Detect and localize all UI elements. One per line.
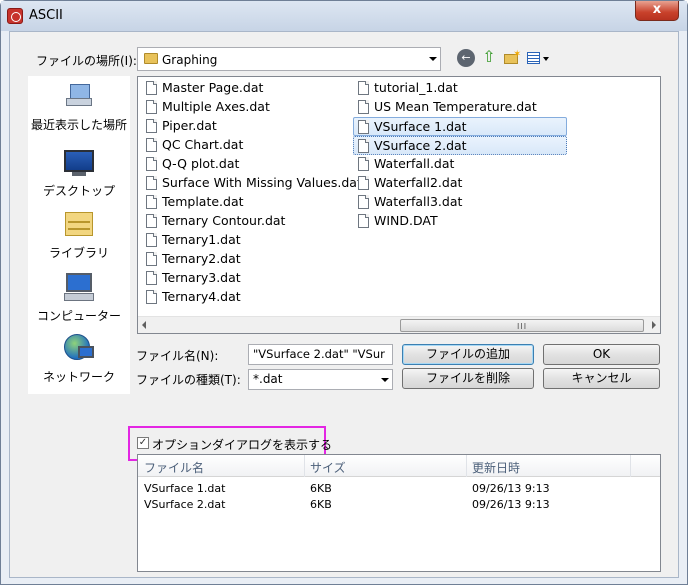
column-header-size[interactable]: サイズ: [310, 459, 346, 476]
file-item[interactable]: Waterfall3.dat: [354, 193, 462, 212]
back-icon[interactable]: ←: [457, 49, 475, 67]
file-item[interactable]: Q-Q plot.dat: [142, 155, 239, 174]
file-name-value: "VSurface 2.dat" "VSur: [253, 347, 385, 361]
file-item[interactable]: Ternary2.dat: [142, 250, 241, 269]
new-folder-icon[interactable]: ✶: [503, 49, 521, 67]
file-item[interactable]: US Mean Temperature.dat: [354, 98, 537, 117]
add-file-button[interactable]: ファイルの追加: [402, 344, 534, 365]
file-item-selected[interactable]: VSurface 1.dat: [353, 117, 567, 136]
app-icon: [7, 8, 23, 24]
place-recent[interactable]: 最近表示した場所: [28, 80, 130, 133]
cell-name: VSurface 2.dat: [144, 498, 226, 511]
place-label: 最近表示した場所: [30, 118, 127, 132]
file-item[interactable]: WIND.DAT: [354, 212, 438, 231]
file-icon: [146, 233, 157, 247]
recent-places-icon: [62, 80, 96, 112]
file-item[interactable]: Ternary3.dat: [142, 269, 241, 288]
places-bar: 最近表示した場所 デスクトップ ライブラリ コンピューター ネットワーク: [28, 76, 130, 394]
view-menu-icon[interactable]: [526, 49, 552, 67]
file-icon: [146, 252, 157, 266]
file-item[interactable]: QC Chart.dat: [142, 136, 243, 155]
show-options-checkbox[interactable]: ✓: [137, 437, 149, 449]
network-icon: [62, 332, 96, 364]
file-icon: [146, 138, 157, 152]
place-desktop[interactable]: デスクトップ: [28, 146, 130, 199]
file-item[interactable]: Ternary Contour.dat: [142, 212, 285, 231]
place-label: ライブラリ: [48, 246, 109, 260]
column-header-modified[interactable]: 更新日時: [472, 459, 520, 476]
scroll-left-icon[interactable]: [142, 321, 146, 329]
file-icon: [146, 157, 157, 171]
file-icon: [358, 157, 369, 171]
window-title: ASCII: [29, 8, 63, 23]
file-item[interactable]: Waterfall.dat: [354, 155, 454, 174]
file-type-label: ファイルの種類(T):: [136, 373, 241, 387]
file-icon: [146, 290, 157, 304]
file-icon: [146, 100, 157, 114]
cell-name: VSurface 1.dat: [144, 482, 226, 495]
file-icon: [358, 214, 369, 228]
scroll-right-icon[interactable]: [652, 321, 656, 329]
file-item[interactable]: Waterfall2.dat: [354, 174, 462, 193]
file-icon: [146, 176, 157, 190]
file-item[interactable]: Template.dat: [142, 193, 244, 212]
look-in-label: ファイルの場所(I):: [36, 54, 137, 68]
file-item[interactable]: Multiple Axes.dat: [142, 98, 270, 117]
file-item[interactable]: Ternary4.dat: [142, 288, 241, 307]
file-icon: [358, 81, 369, 95]
file-name-field[interactable]: "VSurface 2.dat" "VSur: [248, 344, 393, 365]
place-label: デスクトップ: [42, 184, 115, 198]
remove-file-button[interactable]: ファイルを削除: [402, 368, 534, 389]
cell-modified: 09/26/13 9:13: [472, 498, 550, 511]
place-libraries[interactable]: ライブラリ: [28, 208, 130, 261]
libraries-icon: [62, 208, 96, 240]
file-list[interactable]: Master Page.dat Multiple Axes.dat Piper.…: [137, 76, 661, 334]
cell-size: 6KB: [310, 482, 332, 495]
cancel-button[interactable]: キャンセル: [543, 368, 660, 389]
file-type-dropdown[interactable]: *.dat: [248, 369, 393, 390]
added-files-list[interactable]: ファイル名 サイズ 更新日時 VSurface 1.dat 6KB 09/26/…: [137, 454, 661, 572]
file-icon: [146, 119, 157, 133]
file-icon: [146, 271, 157, 285]
computer-icon: [62, 271, 96, 303]
column-header-name[interactable]: ファイル名: [144, 459, 204, 476]
file-icon: [358, 176, 369, 190]
place-label: コンピューター: [36, 309, 121, 323]
look-in-value: Graphing: [162, 53, 218, 67]
file-name-label: ファイル名(N):: [136, 349, 219, 363]
place-computer[interactable]: コンピューター: [28, 271, 130, 324]
file-icon: [358, 139, 369, 153]
look-in-dropdown[interactable]: Graphing: [137, 47, 441, 71]
scrollbar-thumb[interactable]: III: [400, 319, 644, 332]
title-bar[interactable]: ASCII x: [1, 1, 687, 31]
file-icon: [146, 195, 157, 209]
horizontal-scrollbar[interactable]: III: [138, 316, 660, 333]
chevron-down-icon: [381, 377, 389, 382]
desktop-icon: [62, 146, 96, 178]
list-header: ファイル名 サイズ 更新日時: [138, 455, 660, 477]
folder-icon: [144, 53, 158, 64]
file-icon: [358, 195, 369, 209]
cell-size: 6KB: [310, 498, 332, 511]
close-button[interactable]: x: [635, 1, 679, 21]
file-icon: [358, 100, 369, 114]
place-network[interactable]: ネットワーク: [28, 332, 130, 385]
place-label: ネットワーク: [42, 370, 115, 384]
file-icon: [358, 120, 369, 134]
file-item[interactable]: Master Page.dat: [142, 79, 263, 98]
file-icon: [146, 81, 157, 95]
file-item[interactable]: tutorial_1.dat: [354, 79, 458, 98]
cell-modified: 09/26/13 9:13: [472, 482, 550, 495]
grip-icon: III: [517, 322, 528, 331]
file-item-focused[interactable]: VSurface 2.dat: [353, 136, 567, 155]
up-folder-icon[interactable]: ⇧: [480, 49, 498, 67]
file-item[interactable]: Piper.dat: [142, 117, 217, 136]
file-type-value: *.dat: [253, 372, 283, 386]
show-options-label[interactable]: オプションダイアログを表示する: [152, 436, 332, 453]
file-item[interactable]: Surface With Missing Values.dat: [142, 174, 362, 193]
ok-button[interactable]: OK: [543, 344, 660, 365]
file-item[interactable]: Ternary1.dat: [142, 231, 241, 250]
chevron-down-icon: [429, 57, 437, 61]
file-icon: [146, 214, 157, 228]
